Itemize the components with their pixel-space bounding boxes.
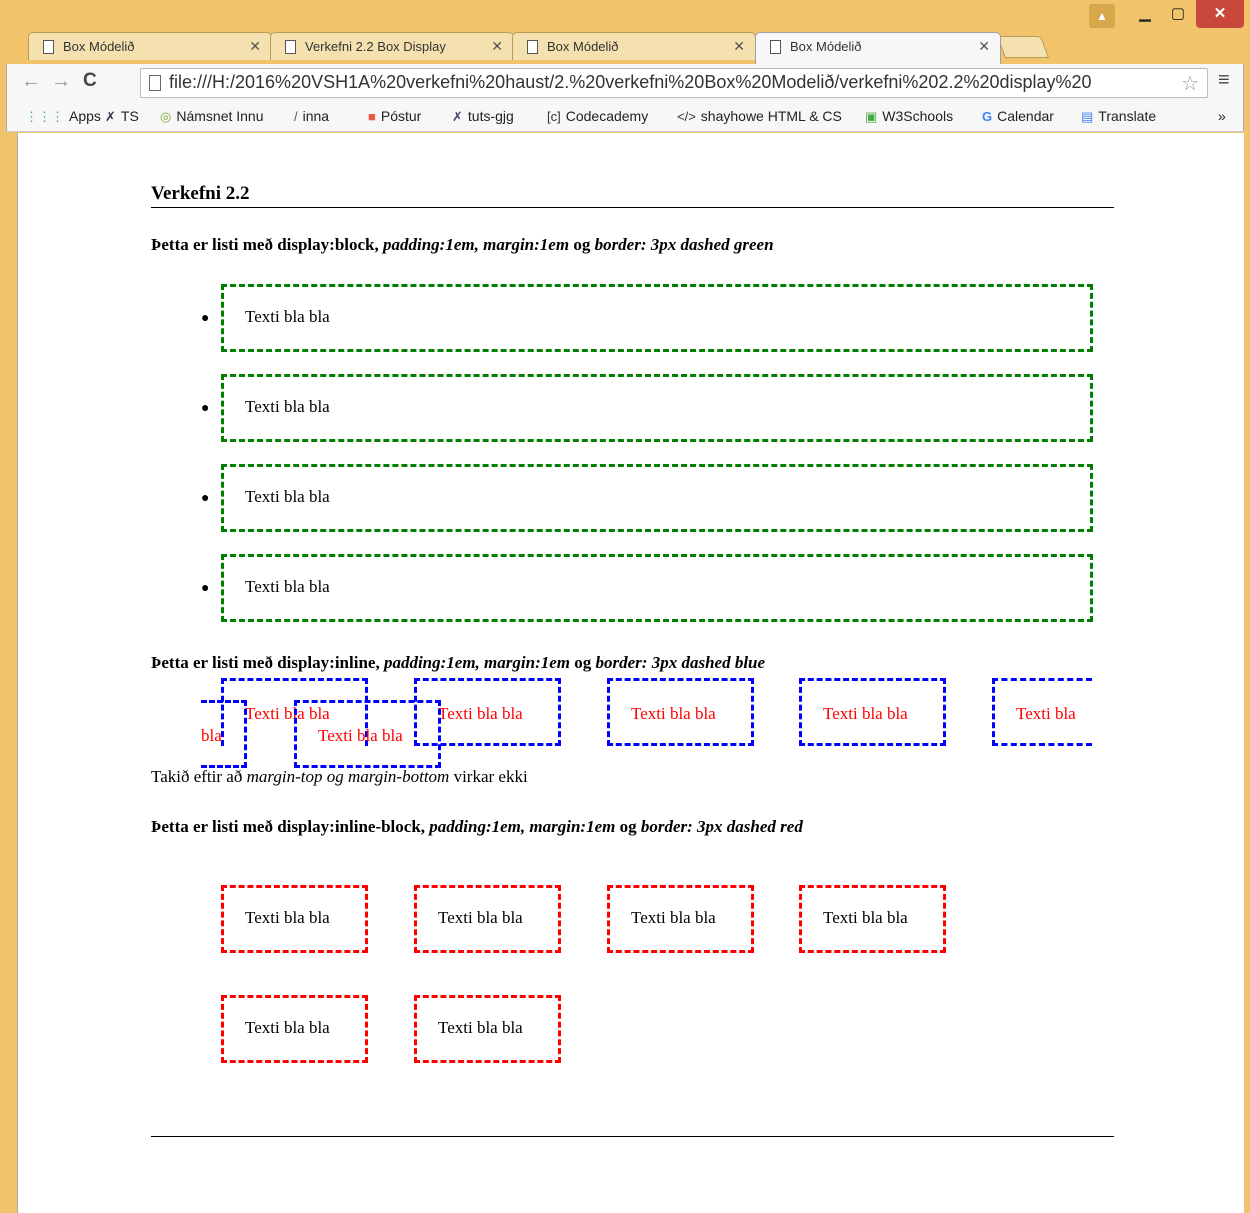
apps-icon: ⋮⋮⋮ xyxy=(25,109,64,124)
note-text: Takið eftir að margin-top og margin-bott… xyxy=(151,767,528,786)
close-window-button[interactable]: ✕ xyxy=(1196,0,1244,28)
page-content: Verkefni 2.2 Þetta er listi með display:… xyxy=(17,133,1244,1213)
forward-icon[interactable]: → xyxy=(51,70,71,93)
bookmark-apps[interactable]: ⋮⋮⋮ Apps xyxy=(25,108,101,125)
inline-block-item: Texti bla bla xyxy=(221,995,368,1063)
close-tab-icon[interactable]: ✕ xyxy=(978,38,990,55)
inline-block-item: Texti bla bla xyxy=(221,885,368,953)
bookmark-icon: ✗ xyxy=(452,109,463,124)
inline-item: Texti bla bla xyxy=(799,678,946,746)
list-item: Texti bla bla xyxy=(221,284,1093,352)
inline-item: Texti bla bla xyxy=(607,678,754,746)
inline-intro: Þetta er listi með display:inline, paddi… xyxy=(151,653,766,672)
reload-icon[interactable]: C xyxy=(83,70,97,92)
bookmark-translate[interactable]: ▤ Translate xyxy=(1081,108,1156,125)
translate-icon: ▤ xyxy=(1081,109,1094,124)
tab-title: Box Módelið xyxy=(790,39,862,54)
list-item: Texti bla bla xyxy=(221,464,1093,532)
tab-1[interactable]: Box Módelið ✕ xyxy=(28,32,272,60)
bullet: ● xyxy=(201,311,210,326)
inlineblock-intro: Þetta er listi með display:inline-block,… xyxy=(151,817,803,836)
bookmark-shayhowe[interactable]: </> shayhowe HTML & CS xyxy=(677,108,842,124)
inline-block-item: Texti bla bla xyxy=(414,995,561,1063)
list-item: Texti bla bla xyxy=(221,374,1093,442)
inline-block-item: Texti bla bla xyxy=(799,885,946,953)
inline-block-item: Texti bla bla xyxy=(607,885,754,953)
bullet: ● xyxy=(201,491,210,506)
bookmark-tuts[interactable]: ✗ tuts-gjg xyxy=(452,108,514,125)
address-bar[interactable]: file:///H:/2016%20VSH1A%20verkefni%20hau… xyxy=(140,68,1208,98)
page-title: Verkefni 2.2 xyxy=(151,183,250,204)
menu-icon[interactable]: ≡ xyxy=(1218,69,1230,92)
bookmark-w3schools[interactable]: ▣ W3Schools xyxy=(865,108,953,125)
bookmark-ts[interactable]: ✗ TS xyxy=(105,108,139,125)
user-icon[interactable]: ▲ xyxy=(1089,4,1115,28)
new-tab-button[interactable] xyxy=(996,36,1050,58)
inline-block-item: Texti bla bla xyxy=(414,885,561,953)
maximize-button[interactable]: ▢ xyxy=(1163,0,1193,28)
close-tab-icon[interactable]: ✕ xyxy=(491,38,503,55)
codecademy-icon: [c] xyxy=(547,109,561,124)
document-icon xyxy=(285,40,296,54)
minimize-button[interactable]: ▁ xyxy=(1130,0,1160,28)
close-tab-icon[interactable]: ✕ xyxy=(733,38,745,55)
inline-item: Texti bla bla xyxy=(294,700,441,768)
tab-3[interactable]: Box Módelið ✕ xyxy=(512,32,756,60)
inline-item: Texti bla xyxy=(992,678,1092,746)
windows-icon: ■ xyxy=(368,109,376,124)
bookmark-postur[interactable]: ■ Póstur xyxy=(368,108,421,124)
page-icon xyxy=(149,75,161,91)
tab-2[interactable]: Verkefni 2.2 Box Display ✕ xyxy=(270,32,514,60)
tab-title: Box Módelið xyxy=(547,39,619,54)
list-item: Texti bla bla xyxy=(221,554,1093,622)
inline-item-wrapped: bla xyxy=(201,700,247,768)
document-icon xyxy=(527,40,538,54)
close-tab-icon[interactable]: ✕ xyxy=(249,38,261,55)
bookmarks-bar: ⋮⋮⋮ Apps ✗ TS ◎ Námsnet Innu / inna ■ Póstur … xyxy=(6,102,1244,132)
bullet: ● xyxy=(201,401,210,416)
document-icon xyxy=(43,40,54,54)
tab-4-active[interactable]: Box Módelið ✕ xyxy=(755,32,1001,64)
toolbar: ← → C file:///H:/2016%20VSH1A%20verkefni… xyxy=(6,64,1244,102)
w3schools-icon: ▣ xyxy=(865,109,878,124)
circle-icon: ◎ xyxy=(160,109,172,124)
bookmark-icon: ✗ xyxy=(105,109,116,124)
bookmarks-overflow[interactable]: » xyxy=(1218,108,1226,124)
back-icon[interactable]: ← xyxy=(21,70,41,93)
document-icon xyxy=(770,40,781,54)
code-icon: </> xyxy=(677,109,696,124)
block-intro: Þetta er listi með display:block, paddin… xyxy=(151,235,774,254)
tab-title: Verkefni 2.2 Box Display xyxy=(305,39,446,54)
inna-icon: / xyxy=(294,109,298,124)
bullet: ● xyxy=(201,581,210,596)
tab-title: Box Módelið xyxy=(63,39,135,54)
bookmark-inna[interactable]: / inna xyxy=(294,108,329,124)
url-text: file:///H:/2016%20VSH1A%20verkefni%20hau… xyxy=(169,72,1092,92)
bookmark-namsnet[interactable]: ◎ Námsnet Innu xyxy=(160,108,264,125)
bookmark-calendar[interactable]: G Calendar xyxy=(982,108,1054,124)
browser-window: Box Módelið ✕ Verkefni 2.2 Box Display ✕… xyxy=(0,0,1250,1213)
divider xyxy=(151,207,1114,208)
tab-strip: Box Módelið ✕ Verkefni 2.2 Box Display ✕… xyxy=(0,0,1250,64)
bookmark-codecademy[interactable]: [c] Codecademy xyxy=(547,108,648,124)
divider xyxy=(151,1136,1114,1137)
google-icon: G xyxy=(982,109,993,124)
star-icon[interactable]: ☆ xyxy=(1181,71,1199,96)
